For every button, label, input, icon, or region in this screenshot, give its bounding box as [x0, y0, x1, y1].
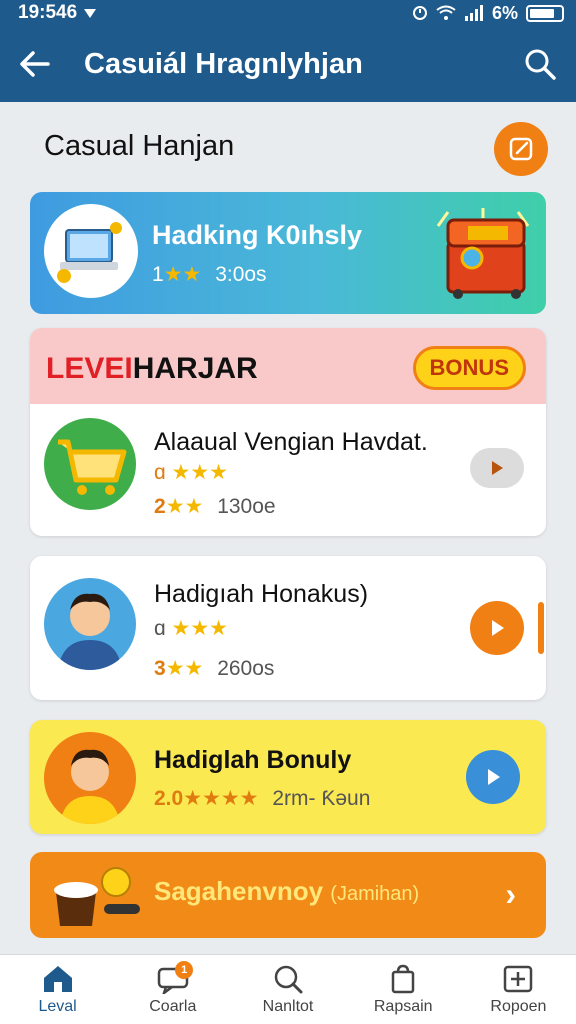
item-meta: ɑ ★★★ — [154, 616, 228, 641]
edit-icon — [509, 137, 533, 161]
list-item[interactable]: Hadiglah Bonuly 2.0★★★★ 2rm- Ƙəun — [30, 720, 546, 834]
nav-item-ropoen[interactable]: Ropoen — [461, 955, 576, 1024]
banner-meta: 1★★ 3:0os — [152, 262, 267, 287]
item-meta-prefix: ɑ — [154, 461, 166, 484]
battery-icon — [526, 4, 564, 22]
signal-icon — [464, 5, 483, 21]
level-card-header: LEVEIHARJAR BONUS — [30, 328, 546, 404]
promo-title-suffix: (Jamihan) — [330, 883, 420, 905]
item-count: 130oe — [217, 495, 276, 518]
featured-banner[interactable]: Hadking K0ıhsly 1★★ 3:0os — [30, 192, 546, 314]
item-meta: ɑ ★★★ — [154, 460, 228, 485]
nav-label: Leval — [38, 997, 77, 1015]
play-button[interactable] — [470, 448, 524, 488]
nav-item-leval[interactable]: Leval — [0, 955, 115, 1024]
banner-rating: 1 — [152, 263, 164, 286]
nav-label: Coarla — [149, 997, 197, 1015]
item-rating-row: 2.0★★★★ 2rm- Ƙəun — [154, 786, 370, 811]
level-title: LEVEIHARJAR — [46, 352, 258, 386]
nav-label: Rapsain — [373, 997, 433, 1015]
item-rating-row: 2★★ 130oe — [154, 494, 276, 519]
star-icon: ★★★ — [171, 461, 229, 484]
coin-bucket-icon — [54, 867, 140, 926]
person-illustration-icon — [58, 593, 122, 670]
play-button[interactable] — [470, 601, 524, 655]
list-item[interactable]: Alaaual Vengian Havdat. ɑ ★★★ 2★★ 130oe — [30, 404, 546, 536]
person-avatar — [44, 578, 136, 670]
bonus-badge[interactable]: BONUS — [412, 346, 526, 390]
play-icon — [492, 461, 503, 475]
nav-label: Ropoen — [490, 997, 547, 1015]
star-icon: ★★ — [163, 263, 202, 286]
notification-badge: 1 — [175, 961, 194, 979]
shopping-cart-icon — [58, 439, 127, 495]
item-title: Alaaual Vengian Havdat. — [154, 428, 428, 456]
item-title: Hadiglah Bonuly — [154, 746, 352, 774]
play-button[interactable] — [466, 750, 520, 804]
star-icon: ★★★★ — [183, 787, 259, 810]
promo-banner[interactable]: Sagahenvnoy (Jamihan) › — [30, 852, 546, 938]
scroll-indicator — [538, 602, 544, 654]
status-time: 19:546 — [18, 2, 78, 23]
wifi-icon — [436, 5, 456, 20]
play-icon — [492, 620, 504, 636]
item-meta-prefix: ɑ — [154, 617, 166, 640]
banner-title: Hadking K0ıhsly — [152, 220, 363, 250]
star-icon: ★★★ — [171, 617, 229, 640]
bottom-navigation: Leval 1 Coarla Nanltot Rapsain Ropoen — [0, 954, 576, 1024]
person-illustration-icon — [60, 749, 120, 824]
back-arrow-icon[interactable] — [20, 51, 50, 77]
search-icon — [274, 965, 303, 993]
item-count: 2rm- Ƙəun — [272, 787, 371, 810]
item-rating: 2 — [154, 495, 166, 518]
laptop-illustration-icon — [57, 222, 122, 283]
location-icon — [84, 9, 97, 18]
level-title-red: LEVEI — [46, 352, 133, 385]
nav-label: Nanltot — [262, 997, 314, 1015]
nav-item-rapsain[interactable]: Rapsain — [346, 955, 461, 1024]
star-icon: ★★ — [165, 657, 204, 680]
item-rating: 2.0 — [154, 787, 184, 810]
list-item[interactable]: Hadigıah Honakus) ɑ ★★★ 3★★ 260os — [30, 556, 546, 700]
home-icon — [43, 965, 72, 992]
app-title: Casuiál Hragnlyhjan — [84, 47, 363, 80]
item-rating-row: 3★★ 260os — [154, 656, 274, 681]
banner-avatar — [44, 204, 138, 298]
star-icon: ★★ — [165, 495, 204, 518]
level-card: LEVEIHARJAR BONUS Alaaual Vengian Havdat… — [30, 328, 546, 536]
item-rating: 3 — [154, 657, 166, 680]
chevron-right-icon[interactable]: › — [505, 876, 516, 913]
battery-percent: 6% — [491, 2, 518, 23]
search-icon[interactable] — [524, 48, 556, 80]
promo-title: Sagahenvnoy (Jamihan) — [154, 876, 419, 907]
status-bar: 19:546 6% — [0, 0, 576, 26]
level-title-dark: HARJAR — [132, 352, 258, 385]
edit-button[interactable] — [494, 122, 548, 176]
treasure-chest-icon — [436, 208, 530, 299]
nav-item-nanltot[interactable]: Nanltot — [230, 955, 345, 1024]
play-icon — [488, 769, 500, 785]
plus-box-icon — [504, 965, 533, 992]
app-bar: Casuiál Hragnlyhjan — [0, 26, 576, 102]
promo-title-main: Sagahenvnoy — [154, 876, 324, 906]
person-avatar — [44, 732, 136, 824]
section-heading: Casual Hanjan — [44, 130, 235, 162]
banner-count: 3:0os — [215, 263, 267, 286]
cart-avatar — [44, 418, 136, 510]
item-count: 260os — [217, 657, 275, 680]
nav-item-coarla[interactable]: 1 Coarla — [115, 955, 230, 1024]
bag-icon — [391, 964, 415, 993]
alarm-icon — [412, 6, 427, 20]
item-title: Hadigıah Honakus) — [154, 580, 369, 608]
